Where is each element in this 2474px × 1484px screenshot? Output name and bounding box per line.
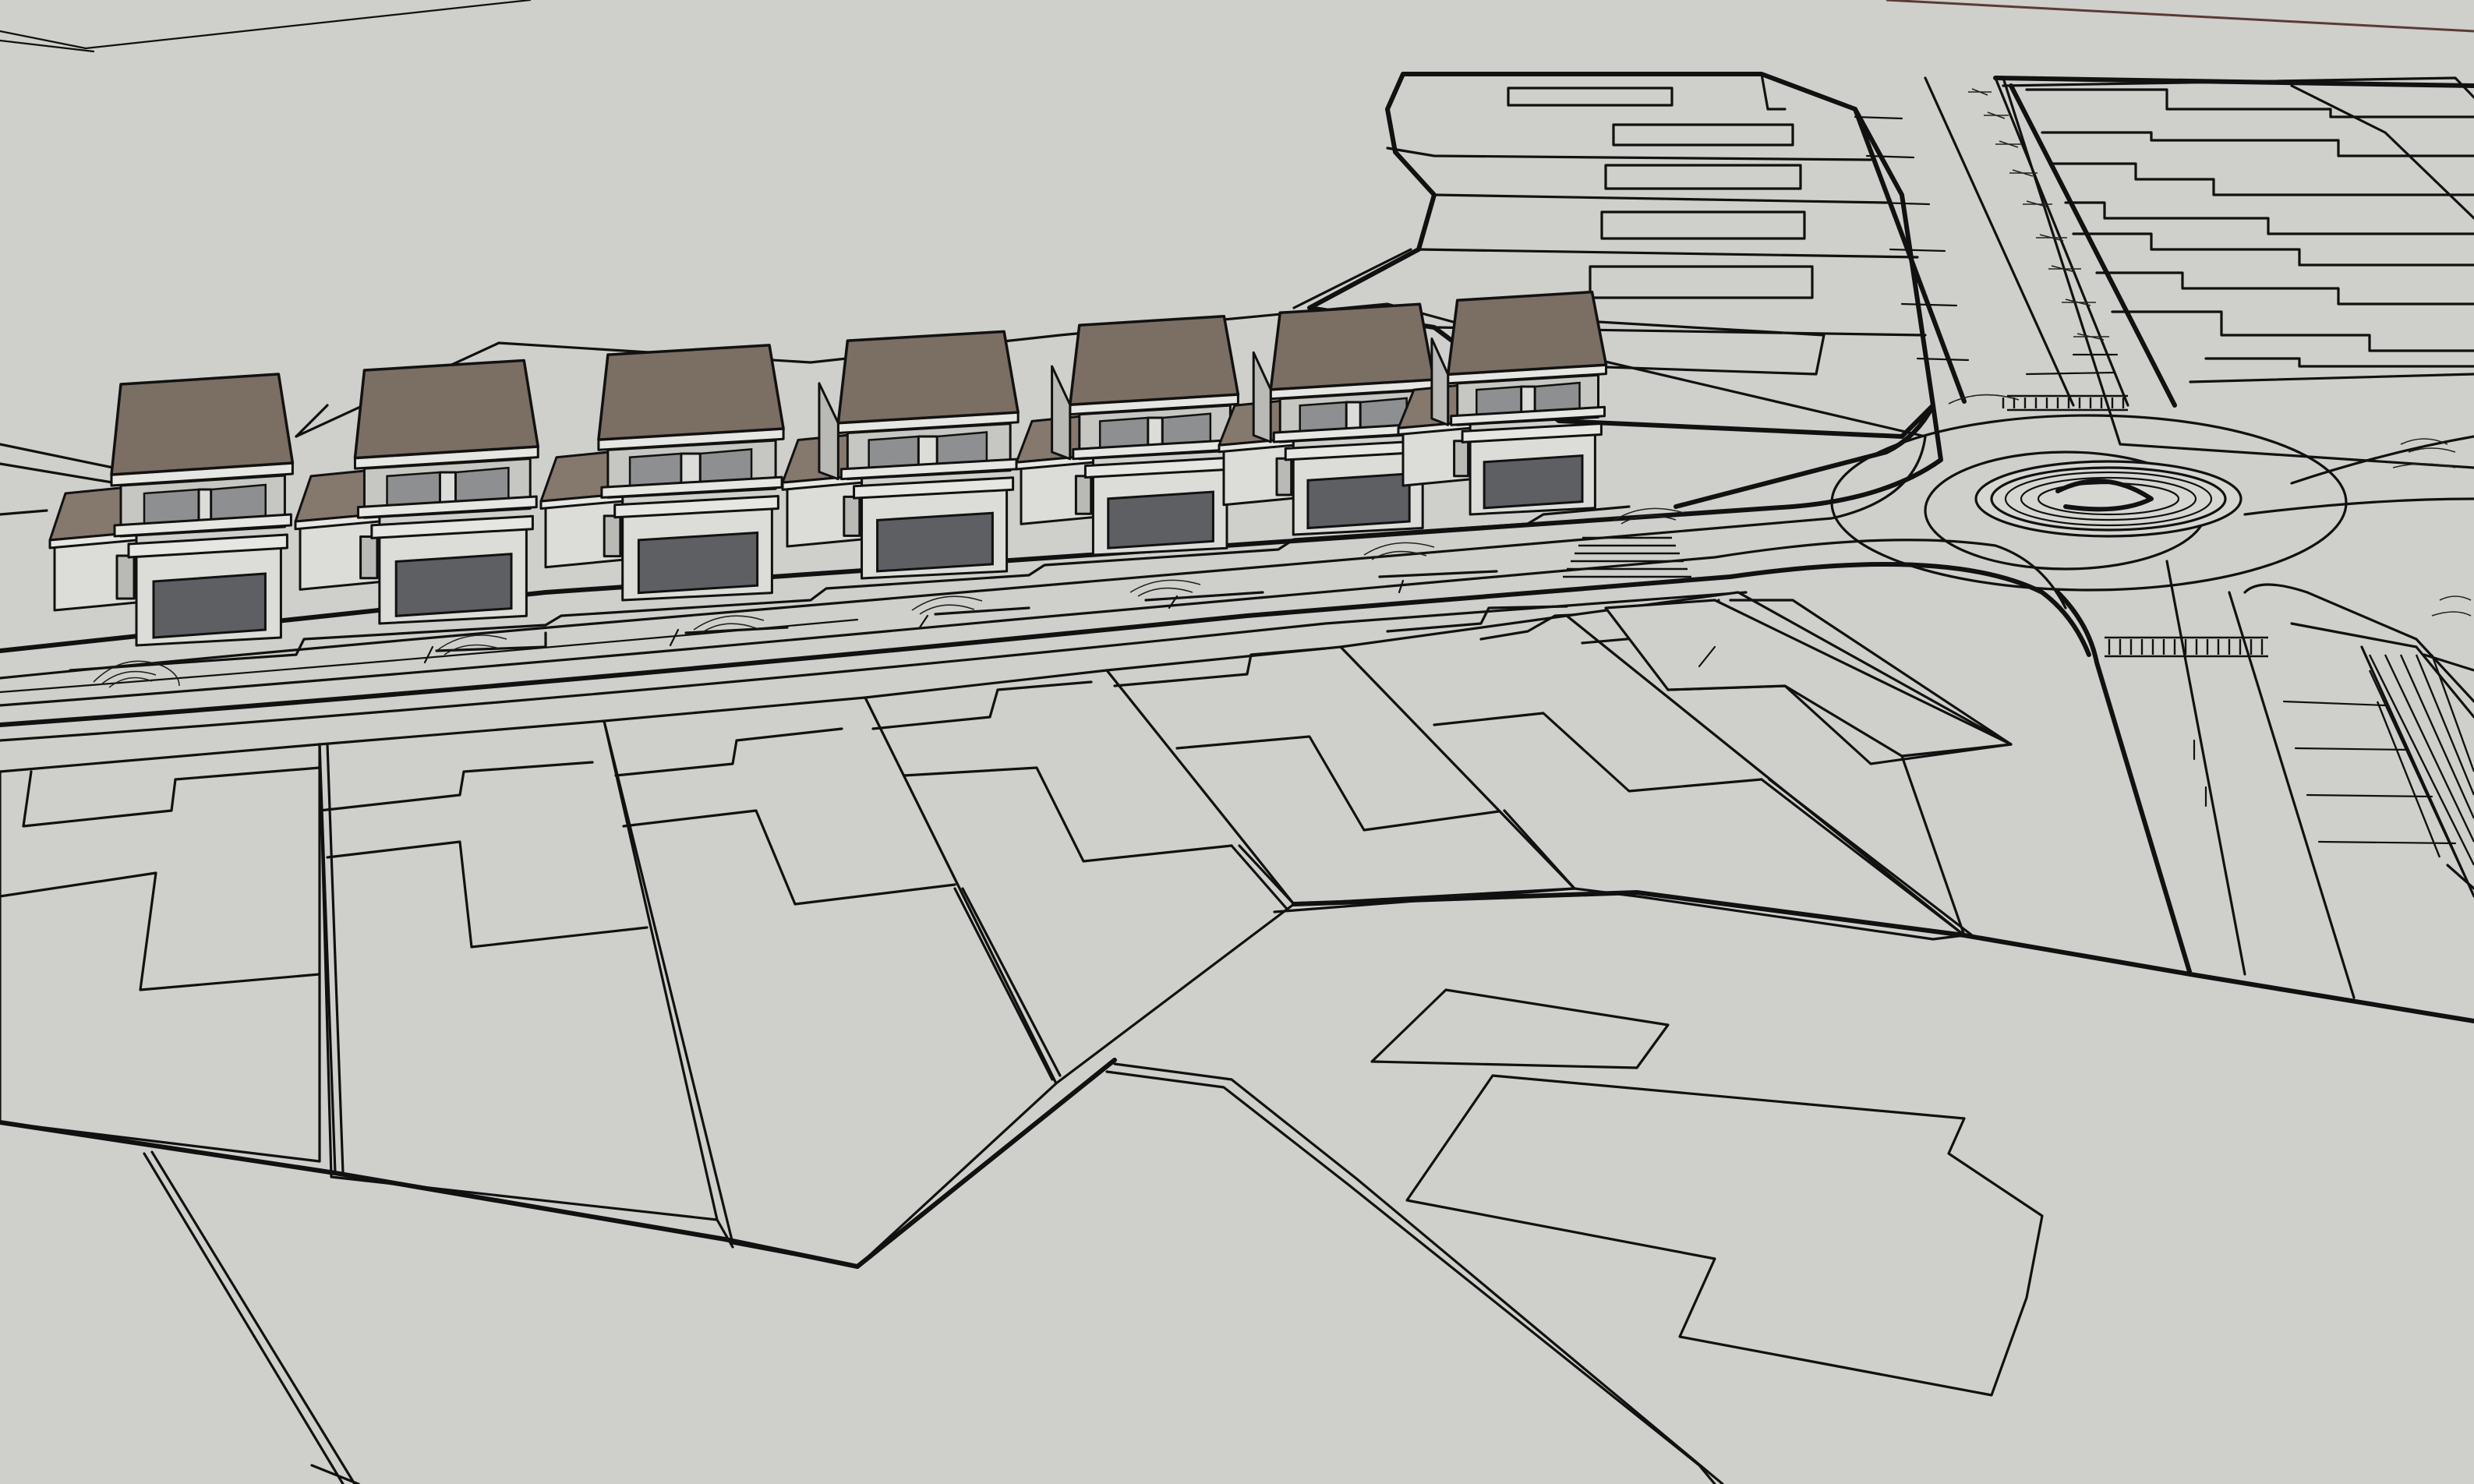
roof-top [836,330,1020,425]
roof-top [1069,315,1240,407]
upper-side-wall [1430,337,1450,426]
side-wing-door [1074,475,1093,515]
townhouse-4[interactable] [781,330,1020,580]
upper-side-wall [1051,365,1072,461]
side-wing-door [603,514,622,558]
townhouse-3[interactable] [539,344,785,602]
roof-top [1269,302,1436,391]
modeling-viewport[interactable] [0,0,2474,1484]
garage-door [1107,490,1214,549]
site-plan-3d-scene[interactable] [0,0,2474,1484]
side-wing-door [843,495,861,537]
garage-door [637,531,759,595]
upper-side-wall [818,382,839,481]
large-building-footprint [1370,988,2044,1397]
townhouse-5[interactable] [1015,315,1240,556]
roof-top [597,344,785,441]
roof-top [1446,290,1608,376]
townhouse-row[interactable] [48,290,1608,647]
roof-top [353,359,539,460]
upper-side-wall [1252,351,1272,443]
garage-door [1483,454,1584,510]
roof-top [110,373,295,476]
side-wing-door [1453,440,1470,478]
side-wing-door [1275,457,1293,496]
garage-door [152,572,267,639]
side-wing-door [359,535,379,580]
townhouse-2[interactable] [294,359,539,625]
garage-door [394,553,513,617]
garage-door [876,511,994,573]
south-parcels [0,591,2474,1484]
townhouse-1[interactable] [48,373,295,647]
garage-door [1306,472,1411,530]
side-wing-door [115,554,136,600]
